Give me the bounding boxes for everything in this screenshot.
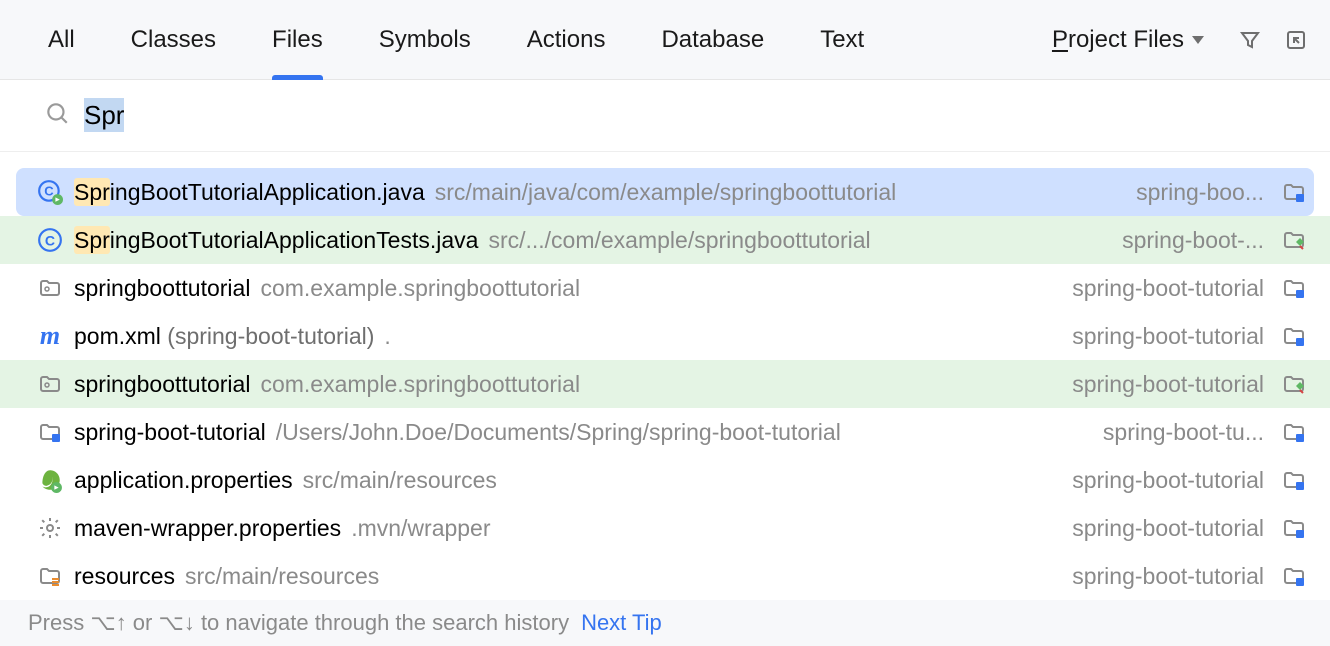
footer-hint: Press ⌥↑ or ⌥↓ to navigate through the s… xyxy=(28,610,569,636)
tab-files[interactable]: Files xyxy=(244,0,351,80)
result-module: spring-boo... xyxy=(1122,179,1264,206)
search-row: Spr xyxy=(0,80,1330,152)
svg-text:C: C xyxy=(45,232,55,248)
tab-actions[interactable]: Actions xyxy=(499,0,634,80)
svg-text:C: C xyxy=(44,183,54,198)
result-name: SpringBootTutorialApplication.java xyxy=(74,179,425,206)
result-path: com.example.springboottutorial xyxy=(260,275,580,302)
folder-icon xyxy=(36,370,64,398)
result-row[interactable]: C SpringBootTutorialApplicationTests.java… xyxy=(0,216,1330,264)
result-path: src/.../com/example/springboottutorial xyxy=(488,227,870,254)
folder-blue-icon xyxy=(1280,274,1308,302)
result-row[interactable]: application.properties src/main/resources… xyxy=(0,456,1330,504)
result-row[interactable]: spring-boot-tutorial/Users/John.Doe/Docu… xyxy=(0,408,1330,456)
class-run-icon: C xyxy=(36,178,64,206)
results-list: C SpringBootTutorialApplication.java src/m… xyxy=(0,152,1330,600)
folder-icon xyxy=(36,274,64,302)
result-row[interactable]: C SpringBootTutorialApplication.java src/m… xyxy=(16,168,1314,216)
result-name: springboottutorial xyxy=(74,371,250,398)
result-row[interactable]: springboottutorial com.example.springboot… xyxy=(0,264,1330,312)
tab-symbols[interactable]: Symbols xyxy=(351,0,499,80)
chevron-down-icon xyxy=(1192,36,1204,44)
folder-test-icon xyxy=(1280,226,1308,254)
folder-blue-icon xyxy=(1280,562,1308,590)
result-path: src/main/resources xyxy=(303,467,497,494)
result-module: spring-boot-tutorial xyxy=(1058,323,1264,350)
result-path: .mvn/wrapper xyxy=(351,515,490,542)
folder-blue-icon xyxy=(1280,178,1308,206)
result-name: application.properties xyxy=(74,467,293,494)
maven-icon: m xyxy=(36,322,64,350)
tab-text[interactable]: Text xyxy=(792,0,892,80)
open-tool-icon[interactable] xyxy=(1282,26,1310,54)
result-module: spring-boot-tutorial xyxy=(1058,371,1264,398)
result-path: src/main/java/com/example/springboottuto… xyxy=(435,179,896,206)
result-path: /Users/John.Doe/Documents/Spring/spring-… xyxy=(276,419,841,446)
result-path: . xyxy=(384,323,390,350)
search-icon xyxy=(44,100,70,132)
result-name: pom.xml (spring-boot-tutorial) xyxy=(74,323,374,350)
tab-classes[interactable]: Classes xyxy=(103,0,244,80)
folder-blue-icon xyxy=(1280,514,1308,542)
result-path: src/main/resources xyxy=(185,563,379,590)
result-module: spring-boot-tutorial xyxy=(1058,563,1264,590)
result-row[interactable]: maven-wrapper.properties .mvn/wrapper spri… xyxy=(0,504,1330,552)
gear-icon xyxy=(36,514,64,542)
result-row[interactable]: m pom.xml (spring-boot-tutorial). spring-b… xyxy=(0,312,1330,360)
next-tip-link[interactable]: Next Tip xyxy=(581,610,662,636)
spring-icon xyxy=(36,466,64,494)
folder-blue-icon xyxy=(1280,466,1308,494)
tab-database[interactable]: Database xyxy=(633,0,792,80)
result-name: maven-wrapper.properties xyxy=(74,515,341,542)
scope-selector[interactable]: Project Files xyxy=(1038,26,1218,54)
result-path: com.example.springboottutorial xyxy=(260,371,580,398)
folder-blue-icon xyxy=(1280,322,1308,350)
folder-blue-icon xyxy=(1280,418,1308,446)
tabs: AllClassesFilesSymbolsActionsDatabaseTex… xyxy=(20,0,1030,80)
search-input[interactable]: Spr xyxy=(84,100,124,131)
footer: Press ⌥↑ or ⌥↓ to navigate through the s… xyxy=(0,600,1330,646)
result-module: spring-boot-tutorial xyxy=(1058,515,1264,542)
tab-all[interactable]: All xyxy=(20,0,103,80)
result-name: resources xyxy=(74,563,175,590)
result-name: SpringBootTutorialApplicationTests.java xyxy=(74,227,478,254)
filter-icon[interactable] xyxy=(1236,26,1264,54)
folder-mod-icon xyxy=(36,418,64,446)
folder-test-icon xyxy=(1280,370,1308,398)
result-module: spring-boot-tutorial xyxy=(1058,275,1264,302)
header: AllClassesFilesSymbolsActionsDatabaseTex… xyxy=(0,0,1330,80)
class-c-icon: C xyxy=(36,226,64,254)
result-module: spring-boot-tutorial xyxy=(1058,467,1264,494)
folder-res-icon xyxy=(36,562,64,590)
result-row[interactable]: resources src/main/resources spring-boot-t… xyxy=(0,552,1330,600)
result-module: spring-boot-tu... xyxy=(1089,419,1264,446)
result-name: springboottutorial xyxy=(74,275,250,302)
result-name: spring-boot-tutorial xyxy=(74,419,266,446)
result-row[interactable]: springboottutorial com.example.springboot… xyxy=(0,360,1330,408)
result-module: spring-boot-... xyxy=(1108,227,1264,254)
